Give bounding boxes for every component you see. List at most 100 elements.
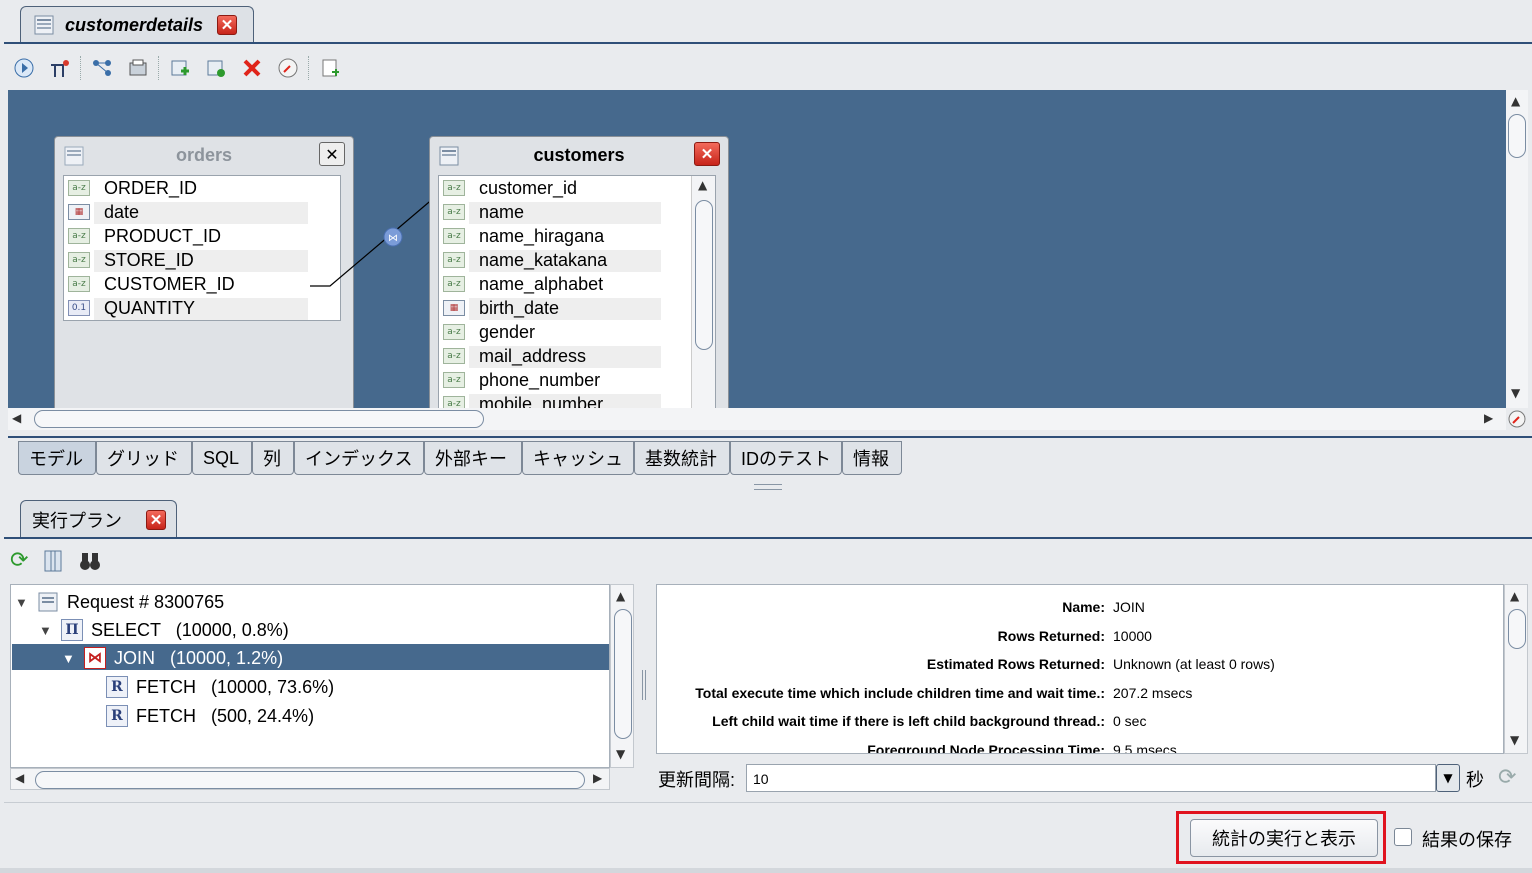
column-name: gender bbox=[479, 321, 536, 342]
column-row[interactable]: ▦ birth_date bbox=[439, 296, 715, 320]
close-icon[interactable]: ✕ bbox=[694, 142, 720, 166]
detail-key: Rows Returned: bbox=[997, 628, 1105, 644]
status-strip bbox=[0, 868, 1532, 873]
navigator-icon[interactable] bbox=[1506, 408, 1528, 430]
plan-toolbar: ⟳ bbox=[10, 548, 102, 573]
print-icon[interactable] bbox=[122, 54, 154, 82]
collapse-icon[interactable]: ▼ bbox=[15, 595, 29, 610]
tab-indexes[interactable]: インデックス bbox=[294, 441, 424, 475]
column-row[interactable]: a-z name_alphabet bbox=[439, 272, 715, 296]
detail-key: Name: bbox=[1062, 599, 1105, 615]
customers-scrollbar[interactable]: ▲ bbox=[691, 176, 715, 408]
add-table-icon[interactable] bbox=[164, 54, 196, 82]
detail-key: Total execute time which include childre… bbox=[695, 685, 1105, 701]
column-row[interactable]: a-z mobile_number bbox=[439, 392, 715, 408]
close-icon[interactable]: ✕ bbox=[146, 509, 166, 530]
column-row[interactable]: a-z phone_number bbox=[439, 368, 715, 392]
canvas-vertical-scrollbar[interactable]: ▲ ▼ bbox=[1506, 90, 1528, 408]
tab-grid[interactable]: グリッド bbox=[96, 441, 192, 475]
column-name: date bbox=[104, 201, 140, 222]
document-tab[interactable]: customerdetails ✕ bbox=[20, 6, 254, 43]
splitter-handle[interactable] bbox=[754, 484, 782, 490]
save-results-label: 結果の保存 bbox=[1422, 830, 1512, 850]
column-name: mail_address bbox=[479, 345, 587, 366]
column-row[interactable]: a-z name_hiragana bbox=[439, 224, 715, 248]
column-row[interactable]: a-z name_katakana bbox=[439, 248, 715, 272]
tab-foreign-keys[interactable]: 外部キー bbox=[424, 441, 522, 475]
detail-row: Name: JOIN bbox=[657, 599, 1503, 625]
tree-horizontal-scrollbar[interactable]: ◀ ▶ bbox=[10, 768, 610, 790]
calendar-icon: ▦ bbox=[68, 204, 90, 220]
column-name: CUSTOMER_ID bbox=[104, 273, 235, 294]
tab-info[interactable]: 情報 bbox=[842, 441, 902, 475]
view-tab-line bbox=[8, 436, 1532, 438]
columns-icon[interactable] bbox=[42, 549, 64, 573]
detail-value: JOIN bbox=[1113, 599, 1145, 615]
diagram-toolbar bbox=[8, 53, 346, 83]
string-type-icon: a-z bbox=[443, 324, 465, 340]
seconds-label: 秒 bbox=[1466, 770, 1484, 790]
column-row[interactable]: a-z gender bbox=[439, 320, 715, 344]
detail-key: Left child wait time if there is left ch… bbox=[712, 713, 1105, 729]
tree-node-request[interactable]: ▼ Request # 8300765 bbox=[15, 588, 224, 616]
vertical-splitter[interactable] bbox=[640, 584, 648, 794]
details-vertical-scrollbar[interactable]: ▲ ▼ bbox=[1504, 584, 1528, 754]
collapse-icon[interactable]: ▼ bbox=[62, 651, 76, 666]
chevron-down-icon[interactable]: ▼ bbox=[1436, 764, 1460, 792]
relation-icon[interactable] bbox=[44, 54, 76, 82]
tree-layout-icon[interactable] bbox=[86, 54, 118, 82]
tree-node-select[interactable]: ▼ Π SELECT (10000, 0.8%) bbox=[39, 616, 289, 644]
tree-node-fetch[interactable]: R FETCH (10000, 73.6%) bbox=[106, 673, 334, 701]
string-type-icon: a-z bbox=[68, 228, 90, 244]
column-row[interactable]: a-z customer_id bbox=[439, 176, 715, 200]
refresh-icon[interactable]: ⟳ bbox=[1498, 765, 1516, 790]
compass-icon[interactable] bbox=[272, 54, 304, 82]
run-icon[interactable] bbox=[8, 54, 40, 82]
diagram-canvas[interactable]: orders ✕ a-z ORDER_ID ▦ date a-z PRODUCT_ID… bbox=[8, 90, 1506, 408]
column-name: name_katakana bbox=[479, 249, 608, 270]
canvas-horizontal-scrollbar[interactable]: ◀ ▶ bbox=[8, 408, 1506, 430]
tab-sql[interactable]: SQL bbox=[192, 441, 252, 475]
detail-row: Estimated Rows Returned: Unknown (at leas… bbox=[657, 656, 1503, 682]
binoculars-icon[interactable] bbox=[78, 549, 102, 573]
string-type-icon: a-z bbox=[443, 372, 465, 388]
column-row[interactable]: a-z name bbox=[439, 200, 715, 224]
close-icon[interactable]: ✕ bbox=[217, 15, 238, 35]
column-name: birth_date bbox=[479, 297, 560, 318]
string-type-icon: a-z bbox=[443, 204, 465, 220]
string-type-icon: a-z bbox=[443, 348, 465, 364]
tab-model[interactable]: モデル bbox=[18, 441, 96, 475]
export-icon[interactable] bbox=[314, 54, 346, 82]
column-name: name_hiragana bbox=[479, 225, 605, 246]
tree-node-join[interactable]: ▼ ⋈ JOIN (10000, 1.2%) bbox=[62, 644, 283, 672]
refresh-interval-input[interactable]: 10 bbox=[746, 764, 1436, 792]
tab-underline bbox=[4, 42, 1532, 44]
add-column-icon[interactable] bbox=[200, 54, 232, 82]
customers-table-box[interactable]: customers ✕ a-z customer_id a-z name a-z na… bbox=[429, 136, 729, 408]
tab-cache[interactable]: キャッシュ bbox=[522, 441, 634, 475]
tab-columns[interactable]: 列 bbox=[252, 441, 294, 475]
save-results-checkbox[interactable] bbox=[1394, 828, 1412, 846]
execution-plan-tab[interactable]: 実行プラン ✕ bbox=[20, 500, 177, 538]
column-row[interactable]: a-z mail_address bbox=[439, 344, 715, 368]
delete-icon[interactable] bbox=[236, 54, 268, 82]
calendar-icon: ▦ bbox=[443, 300, 465, 316]
tab-id-test[interactable]: IDのテスト bbox=[730, 441, 842, 475]
string-type-icon: a-z bbox=[68, 180, 90, 196]
customers-header[interactable]: customers ✕ bbox=[430, 137, 728, 171]
collapse-icon[interactable]: ▼ bbox=[39, 623, 53, 638]
customers-columns: a-z customer_id a-z name a-z name_hiragana … bbox=[438, 175, 716, 408]
tree-node-fetch[interactable]: R FETCH (500, 24.4%) bbox=[106, 702, 314, 730]
string-type-icon: a-z bbox=[68, 276, 90, 292]
column-name: QUANTITY bbox=[104, 297, 196, 318]
svg-text:⋈: ⋈ bbox=[388, 233, 398, 244]
tree-vertical-scrollbar[interactable]: ▲ ▼ bbox=[610, 584, 634, 768]
refresh-icon[interactable]: ⟳ bbox=[10, 548, 28, 573]
detail-value: 10000 bbox=[1113, 628, 1152, 644]
column-name: ORDER_ID bbox=[104, 177, 198, 198]
table-icon bbox=[34, 15, 54, 35]
node-label: JOIN (10000, 1.2%) bbox=[114, 647, 284, 668]
run-and-show-stats-button[interactable]: 統計の実行と表示 bbox=[1190, 819, 1378, 857]
tab-cardinality[interactable]: 基数統計 bbox=[634, 441, 730, 475]
plan-tab-title: 実行プラン bbox=[32, 510, 122, 531]
